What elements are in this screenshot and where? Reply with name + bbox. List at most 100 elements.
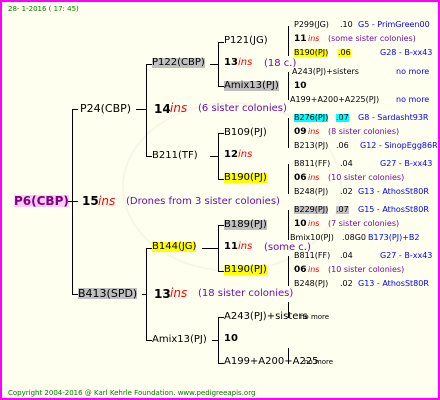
connector	[218, 225, 219, 271]
gen4-val-12: .02	[340, 187, 353, 196]
root-queen[interactable]: P6(CBP)	[14, 195, 69, 207]
connector	[288, 302, 289, 318]
gen4-ref-20: no more	[304, 358, 334, 366]
gen1-num-1: 14	[154, 102, 171, 116]
copyright-footer: Copyright 2004-2016 @ Karl Kehrle Founda…	[8, 389, 256, 397]
gen4-num-2: 11	[294, 34, 307, 44]
gen3-num-3: 11	[224, 241, 238, 252]
gen3-queen-4[interactable]: B190(PJ)	[224, 173, 267, 183]
gen4-ref-7: G8 - Sardasht93R	[358, 113, 429, 122]
gen4-queen-9[interactable]: B213(PJ)	[294, 142, 328, 150]
gen4-num-8: 09	[294, 127, 307, 137]
gen4-note-17: (10 sister colonies)	[328, 265, 405, 274]
gen2-queen-3[interactable]: B144(JG)	[152, 242, 197, 252]
gen4-ref-19: no more	[300, 313, 330, 321]
connector	[218, 317, 219, 363]
gen4-ref-13: G15 - AthosSt80R	[358, 205, 429, 214]
gen3-queen-7[interactable]: A243(PJ)+sisters	[224, 312, 308, 322]
gen4-queen-4[interactable]: A243(PJ)+sisters	[292, 68, 359, 76]
gen4-note-2: (some sister colonies)	[328, 34, 416, 43]
gen1-queen-1[interactable]: P24(CBP)	[80, 103, 131, 114]
root-note: (Drones from 3 sister colonies)	[126, 196, 280, 207]
gen3-ins-3: ins	[238, 241, 253, 252]
connector	[210, 64, 218, 65]
connector	[288, 348, 289, 364]
gen1-num-2: 13	[154, 287, 171, 301]
gen4-queen-15[interactable]: Bmix10(PJ)	[290, 234, 334, 242]
gen4-ref-16: G27 - B-xx43	[380, 251, 433, 260]
gen4-val-15: .08G0	[342, 233, 367, 242]
gen3-queen-5[interactable]: B189(PJ)	[224, 220, 267, 230]
gen4-num-5: 10	[294, 81, 307, 91]
connector	[288, 118, 289, 148]
gen4-ref-9: G12 - SinopEgg86R	[360, 141, 438, 150]
gen3-queen-2[interactable]: Amix13(PJ)	[224, 81, 279, 91]
gen4-queen-18[interactable]: B248(PJ)	[294, 280, 328, 288]
connector	[72, 109, 78, 110]
gen4-queen-6[interactable]: A199+A200+A225(PJ)	[290, 96, 379, 104]
gen4-queen-12[interactable]: B248(PJ)	[294, 188, 328, 196]
connector	[202, 248, 218, 249]
gen4-val-10: .04	[340, 159, 353, 168]
gen4-queen-3[interactable]: B190(PJ)	[294, 49, 329, 57]
gen4-queen-1[interactable]: P299(JG)	[294, 21, 329, 29]
gen1-note-1: (6 sister colonies)	[198, 103, 287, 114]
gen4-ins-2: ins	[308, 34, 320, 43]
gen4-ref-4: no more	[396, 67, 430, 76]
gen4-num-17: 06	[294, 265, 307, 275]
gen4-queen-16[interactable]: B811(FF)	[294, 252, 330, 260]
gen4-note-11: (10 sister colonies)	[328, 173, 405, 182]
gen3-queen-3[interactable]: B109(PJ)	[224, 128, 267, 138]
gen4-ref-18: G13 - AthosSt80R	[358, 279, 429, 288]
gen4-val-1: .10	[340, 20, 353, 29]
connector	[142, 294, 146, 295]
connector	[146, 64, 147, 156]
connector	[288, 72, 289, 100]
gen4-note-8: (8 sister colonies)	[328, 127, 400, 136]
gen1-queen-2[interactable]: B413(SPD)	[78, 288, 138, 299]
connector	[288, 210, 289, 240]
connector	[218, 42, 219, 86]
gen4-val-13: .07	[336, 205, 349, 214]
gen4-val-16: .04	[340, 251, 353, 260]
root-ins: ins	[98, 194, 116, 208]
gen3-num-2: 12	[224, 149, 238, 160]
connector	[218, 133, 219, 179]
gen4-val-3: .06	[338, 48, 351, 57]
gen4-ref-1: G5 - PrimGreen00	[358, 20, 430, 29]
gen3-queen-6[interactable]: B190(PJ)	[224, 265, 267, 275]
gen3-queen-1[interactable]: P121(JG)	[224, 36, 268, 46]
gen2-queen-4[interactable]: Amix13(PJ)	[152, 335, 207, 345]
gen4-val-7: .07	[336, 113, 349, 122]
pedigree-page: 28- 1-2016 ( 17: 45) P6(CBP) 15 ins (Dro…	[0, 0, 440, 400]
gen3-num-1: 13	[224, 57, 238, 68]
connector	[72, 109, 73, 295]
gen2-queen-1[interactable]: P122(CBP)	[152, 58, 205, 68]
gen4-ins-14: ins	[308, 219, 320, 228]
gen4-queen-13[interactable]: B229(PJ)	[294, 206, 329, 214]
gen4-ins-11: ins	[308, 173, 320, 182]
gen4-num-14: 10	[294, 219, 307, 229]
gen3-num-4: 10	[224, 333, 238, 344]
connector	[212, 340, 218, 341]
gen4-ref-3: G28 - B-xx43	[380, 48, 433, 57]
gen4-val-18: .02	[340, 279, 353, 288]
gen1-note-2: (18 sister colonies)	[198, 288, 294, 299]
gen3-ins-1: ins	[238, 57, 253, 68]
connector	[146, 248, 147, 340]
gen4-ref-6: no more	[396, 95, 430, 104]
connector	[288, 26, 289, 56]
gen2-queen-2[interactable]: B211(TF)	[152, 151, 198, 161]
gen1-ins-2: ins	[170, 286, 188, 300]
connector	[288, 164, 289, 194]
gen4-queen-7[interactable]: B276(PJ)	[294, 114, 329, 122]
gen4-ref-10: G27 - B-xx43	[380, 159, 433, 168]
gen1-ins-1: ins	[170, 101, 188, 115]
gen4-ref-15: B173(PJ)+B2	[368, 233, 420, 242]
connector	[136, 109, 146, 110]
gen4-ref-12: G13 - AthosSt80R	[358, 187, 429, 196]
gen4-queen-10[interactable]: B811(FF)	[294, 160, 330, 168]
gen4-num-11: 06	[294, 173, 307, 183]
gen4-ins-17: ins	[308, 265, 320, 274]
date-stamp: 28- 1-2016 ( 17: 45)	[8, 5, 79, 13]
